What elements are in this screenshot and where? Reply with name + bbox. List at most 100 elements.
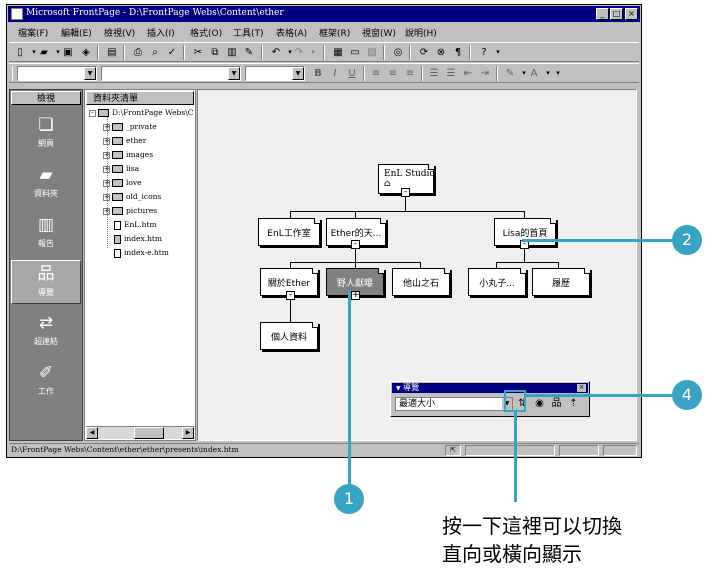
expand-icon[interactable]: + [103,165,110,173]
paste-icon[interactable]: ▥ [225,46,239,59]
view-tasks[interactable]: ✐ 工作 [11,360,81,404]
menu-view[interactable]: 檢視(V) [104,26,135,39]
spelling-icon[interactable]: ✓ [165,46,179,59]
folder-item[interactable]: + ether [103,136,146,145]
numbered-list-icon[interactable]: ☰ [427,67,441,80]
cut-icon[interactable]: ✂ [191,46,205,59]
font-size-dropdown-arrow-icon[interactable]: ▼ [292,67,304,80]
scroll-right-icon[interactable]: ▶ [182,427,194,439]
help-icon[interactable]: ? [477,46,491,59]
navigation-toolbar-title[interactable]: ▼ 導覽 × [392,383,588,393]
menu-frames[interactable]: 框架(R) [319,26,350,39]
increase-indent-icon[interactable]: ⇥ [478,67,492,80]
folder-item[interactable]: + love [103,178,142,187]
expand-icon[interactable]: + [103,123,110,131]
undo-icon[interactable]: ↶ [269,46,283,59]
hyperlink-icon[interactable]: ◎ [391,46,405,59]
highlight-icon[interactable]: ✎ [503,67,517,80]
view-folders[interactable]: ▰ 資料夾 [11,162,81,206]
collapse-toggle-icon[interactable]: - [351,240,360,249]
font-dropdown-arrow-icon[interactable]: ▼ [228,67,240,80]
nav-node-enl[interactable]: EnL工作室 [258,218,320,246]
font-color-icon[interactable]: A [527,67,541,80]
folder-item[interactable]: + pictures [103,206,157,215]
bulleted-list-icon[interactable]: ☰ [444,67,458,80]
font-dropdown[interactable]: ▼ [101,66,241,81]
file-item[interactable]: index.htm [114,234,162,244]
folder-item[interactable]: + lisa [103,164,139,173]
underline-button[interactable]: U [345,67,359,80]
insert-component-icon[interactable]: ▦ [331,46,345,59]
menu-insert[interactable]: 插入(I) [147,26,175,39]
redo-dropdown-icon[interactable]: ▾ [306,46,320,59]
folder-item[interactable]: + old_icons [103,192,161,201]
refresh-icon[interactable]: ⟳ [417,46,431,59]
nav-node-profile[interactable]: 個人資料 [260,322,318,350]
file-item[interactable]: index-e.htm [114,248,169,258]
decrease-indent-icon[interactable]: ⇤ [461,67,475,80]
up-level-icon[interactable]: ⇡ [566,397,581,411]
collapse-toggle-icon[interactable]: - [401,188,410,197]
menu-format[interactable]: 格式(O) [190,26,222,39]
included-in-navbar-icon[interactable]: 品 [549,397,564,411]
toolbar-options-icon[interactable]: ▾ [551,67,565,80]
collapse-icon[interactable]: - [89,109,96,117]
expand-icon[interactable]: + [103,207,110,215]
print-icon[interactable]: ⎙ [131,46,145,59]
toolbar-options-icon[interactable]: ▾ [491,46,505,59]
print-preview-icon[interactable]: ⌕ [148,46,162,59]
font-size-dropdown[interactable]: ▼ [245,66,305,81]
bold-button[interactable]: B [311,67,325,80]
close-button[interactable]: × [625,8,638,20]
folder-list-scrollbar[interactable]: ◀ ▶ [86,426,194,439]
expand-icon[interactable]: + [103,137,110,145]
folder-list-toggle-icon[interactable]: ▤ [105,46,119,59]
copy-icon[interactable]: ⧉ [208,46,222,59]
toolbar-menu-icon[interactable]: ▼ [396,385,401,392]
nav-node-maruko[interactable]: 小丸子... [468,268,526,296]
insert-table-icon[interactable]: ▭ [348,46,362,59]
expand-icon[interactable]: + [103,193,110,201]
align-left-icon[interactable]: ≡ [369,67,383,80]
stop-icon[interactable]: ⊗ [434,46,448,59]
menu-edit[interactable]: 編輯(E) [61,26,92,39]
expand-icon[interactable]: + [103,179,110,187]
view-hyperlinks[interactable]: ⇄ 超連結 [11,310,81,354]
menu-tools[interactable]: 工具(T) [233,26,264,39]
redo-icon[interactable]: ↷ [292,46,306,59]
minimize-button[interactable]: _ [596,8,609,20]
align-right-icon[interactable]: ≡ [403,67,417,80]
menu-table[interactable]: 表格(A) [276,26,307,39]
file-item[interactable]: EnL.htm [114,220,157,230]
open-folder-icon[interactable]: ▰ [37,46,51,59]
expand-icon[interactable]: + [103,151,110,159]
save-icon[interactable]: ▣ [61,46,75,59]
frontpage-app-icon[interactable] [11,8,23,20]
folder-item[interactable]: + _private [103,122,157,131]
italic-button[interactable]: I [328,67,342,80]
add-existing-page-icon[interactable]: ◉ [532,397,547,411]
expand-toggle-icon[interactable]: + [351,291,360,300]
new-page-icon[interactable]: ▯ [13,46,27,59]
menu-help[interactable]: 說明(H) [405,26,437,39]
view-page[interactable]: ❏ 網頁 [11,112,81,156]
align-center-icon[interactable]: ≡ [386,67,400,80]
nav-node-others[interactable]: 他山之石 [392,268,450,296]
insert-image-icon[interactable]: ▨ [365,46,379,59]
scroll-left-icon[interactable]: ◀ [86,427,98,439]
nav-node-resume[interactable]: 履歷 [532,268,590,296]
menu-window[interactable]: 視窗(W) [362,26,396,39]
folder-root[interactable]: - D:\FrontPage Webs\C [89,108,193,117]
collapse-toggle-icon[interactable]: - [286,291,295,300]
zoom-select[interactable]: 最適大小 ▼ [395,397,513,411]
style-dropdown[interactable]: ▼ [17,66,97,81]
folder-item[interactable]: + images [103,150,153,159]
show-all-icon[interactable]: ¶ [451,46,465,59]
scroll-thumb[interactable] [134,427,164,439]
view-navigation[interactable]: 品 導覽 [11,260,81,304]
menu-file[interactable]: 檔案(F) [18,26,48,39]
format-painter-icon[interactable]: ✎ [242,46,256,59]
maximize-button[interactable]: □ [610,8,623,20]
close-icon[interactable]: × [577,384,586,392]
view-reports[interactable]: ▥ 報告 [11,212,81,256]
